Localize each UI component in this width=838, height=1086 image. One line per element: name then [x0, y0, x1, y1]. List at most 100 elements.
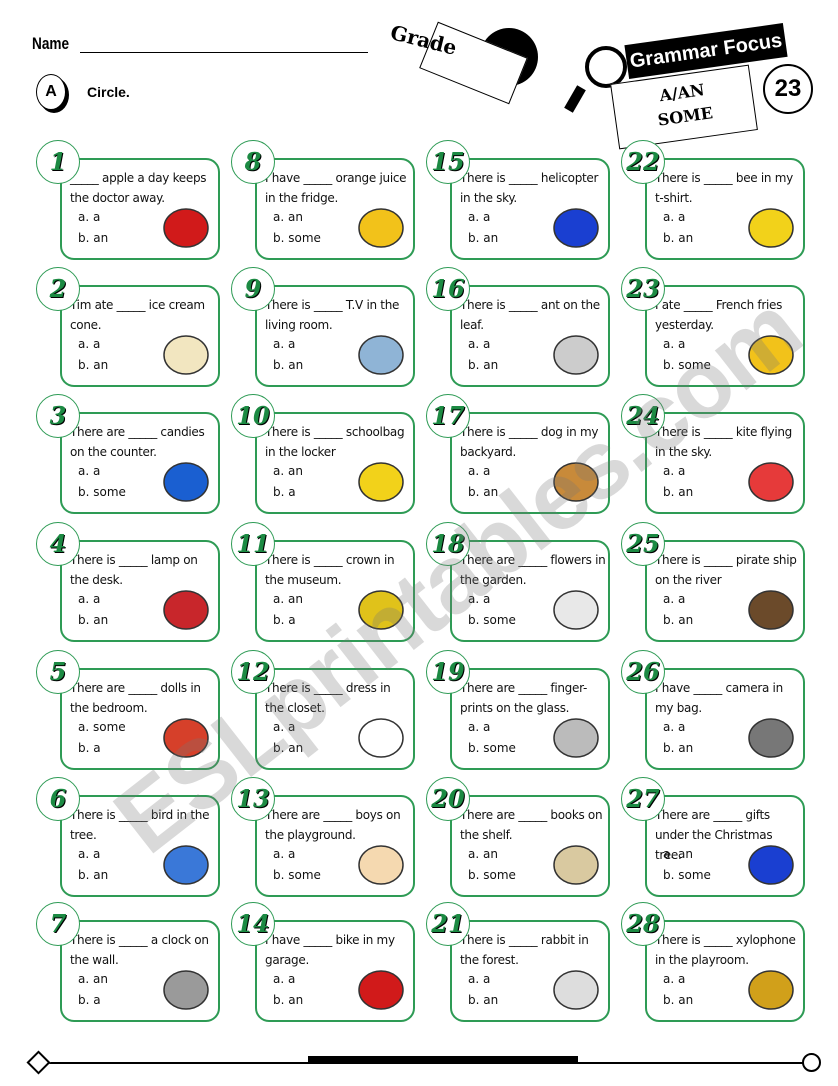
worksheet-page: Name Grade A Circle. A/AN SOME Grammar F…: [0, 0, 838, 1086]
bird-icon: [163, 845, 209, 885]
option-a[interactable]: a. a: [273, 972, 295, 986]
option-a[interactable]: a. a: [78, 337, 100, 351]
question-card: There are _____ finger-prints on the gla…: [450, 668, 610, 770]
option-b[interactable]: b. some: [78, 485, 126, 499]
option-b[interactable]: b. a: [273, 485, 296, 499]
option-b[interactable]: b. an: [663, 741, 693, 755]
question-number-badge: 16: [426, 267, 470, 311]
clock-icon: [163, 970, 209, 1010]
question-card: There is _____ dress in the closet. a. ab…: [255, 668, 415, 770]
option-a[interactable]: a. an: [273, 464, 303, 478]
question-number-badge: 7: [36, 902, 80, 946]
lamp-icon: [163, 590, 209, 630]
kite-icon: [748, 462, 794, 502]
option-a[interactable]: a. a: [468, 464, 490, 478]
ice-cream-cone-icon: [163, 335, 209, 375]
rabbit-icon: [553, 970, 599, 1010]
question-number-badge: 20: [426, 777, 470, 821]
option-b[interactable]: b. some: [273, 868, 321, 882]
option-a[interactable]: a. a: [468, 210, 490, 224]
xylophone-icon: [748, 970, 794, 1010]
option-b[interactable]: b. a: [78, 741, 101, 755]
option-a[interactable]: a. an: [468, 847, 498, 861]
option-a[interactable]: a. a: [468, 972, 490, 986]
option-a[interactable]: a. a: [468, 337, 490, 351]
option-b[interactable]: b. an: [78, 613, 108, 627]
circle-icon: [802, 1053, 821, 1072]
option-a[interactable]: a. an: [273, 210, 303, 224]
option-b[interactable]: b. an: [468, 485, 498, 499]
option-a[interactable]: a. a: [468, 720, 490, 734]
bee-icon: [748, 208, 794, 248]
option-a[interactable]: a. a: [273, 720, 295, 734]
option-a[interactable]: a. a: [663, 592, 685, 606]
name-input-line[interactable]: [80, 52, 368, 53]
option-b[interactable]: b. some: [468, 868, 516, 882]
option-b[interactable]: b. an: [663, 485, 693, 499]
option-b[interactable]: b. some: [663, 358, 711, 372]
question-number-badge: 18: [426, 522, 470, 566]
option-b[interactable]: b. a: [273, 613, 296, 627]
option-b[interactable]: b. a: [78, 993, 101, 1007]
question-card: There are _____ gifts under the Christma…: [645, 795, 805, 897]
option-a[interactable]: a. an: [78, 972, 108, 986]
question-number-badge: 12: [231, 650, 275, 694]
question-number-badge: 2: [36, 267, 80, 311]
option-a[interactable]: a. a: [468, 592, 490, 606]
camera-icon: [748, 718, 794, 758]
option-b[interactable]: b. an: [663, 231, 693, 245]
question-number-badge: 1: [36, 140, 80, 184]
question-number-badge: 8: [231, 140, 275, 184]
worksheet-number: 23: [763, 64, 813, 114]
question-card: I have _____ bike in my garage. a. a b. an: [255, 920, 415, 1022]
helicopter-icon: [553, 208, 599, 248]
option-a[interactable]: a. a: [663, 337, 685, 351]
question-card: There is _____ rabbit in the forest. a. a…: [450, 920, 610, 1022]
option-a[interactable]: a. a: [663, 720, 685, 734]
option-a[interactable]: a. a: [663, 210, 685, 224]
option-b[interactable]: b. some: [273, 231, 321, 245]
option-b[interactable]: b. an: [273, 741, 303, 755]
diamond-icon: [26, 1050, 51, 1075]
boy-icon: [358, 845, 404, 885]
option-a[interactable]: a. an: [273, 592, 303, 606]
gift-icon: [748, 845, 794, 885]
option-b[interactable]: b. an: [78, 358, 108, 372]
option-a[interactable]: a. a: [663, 464, 685, 478]
magnifier-handle-icon: [564, 85, 586, 113]
option-b[interactable]: b. an: [78, 868, 108, 882]
option-b[interactable]: b. some: [468, 613, 516, 627]
question-card: There is _____ lamp on the desk. a. a b. a…: [60, 540, 220, 642]
schoolbag-icon: [358, 462, 404, 502]
option-a[interactable]: a. a: [78, 847, 100, 861]
apple-icon: [163, 208, 209, 248]
tv-icon: [358, 335, 404, 375]
question-number-badge: 25: [621, 522, 665, 566]
option-a[interactable]: a. a: [663, 972, 685, 986]
question-card: There are _____ candies on the counter. a…: [60, 412, 220, 514]
option-b[interactable]: b. an: [468, 231, 498, 245]
option-b[interactable]: b. some: [468, 741, 516, 755]
option-a[interactable]: a. a: [78, 592, 100, 606]
option-b[interactable]: b. an: [468, 358, 498, 372]
question-number-badge: 9: [231, 267, 275, 311]
candy-icon: [163, 462, 209, 502]
question-number-badge: 14: [231, 902, 275, 946]
option-b[interactable]: b. some: [663, 868, 711, 882]
option-b[interactable]: b. an: [273, 993, 303, 1007]
option-a[interactable]: a. a: [78, 464, 100, 478]
option-a[interactable]: a. an: [663, 847, 693, 861]
option-a[interactable]: a. a: [273, 847, 295, 861]
question-card: There is _____ xylophone in the playroom…: [645, 920, 805, 1022]
bike-icon: [358, 970, 404, 1010]
doll-icon: [163, 718, 209, 758]
option-b[interactable]: b. an: [273, 358, 303, 372]
question-card: There is _____ bird in the tree. a. a b. a…: [60, 795, 220, 897]
option-b[interactable]: b. an: [468, 993, 498, 1007]
option-a[interactable]: a. some: [78, 720, 126, 734]
option-a[interactable]: a. a: [273, 337, 295, 351]
option-b[interactable]: b. an: [663, 993, 693, 1007]
option-b[interactable]: b. an: [78, 231, 108, 245]
option-a[interactable]: a. a: [78, 210, 100, 224]
option-b[interactable]: b. an: [663, 613, 693, 627]
